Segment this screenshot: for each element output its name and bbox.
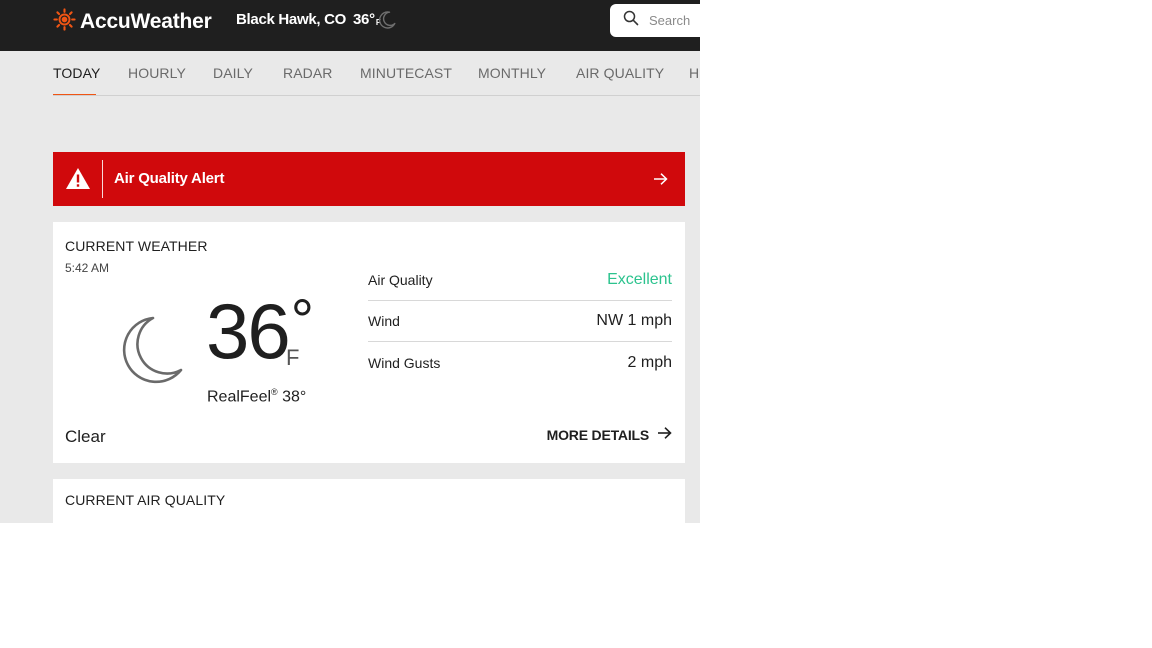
tab-hourly[interactable]: HOURLY — [128, 65, 186, 81]
tab-monthly[interactable]: MONTHLY — [478, 65, 546, 81]
realfeel-value: 38° — [282, 388, 307, 406]
temp-unit: F — [286, 345, 300, 370]
tab-today[interactable]: TODAY — [53, 65, 100, 81]
nav-tabs: TODAY HOURLY DAILY RADAR MINUTECAST MONT… — [53, 51, 700, 96]
search-input[interactable] — [649, 13, 700, 28]
weather-details: Air Quality Excellent Wind NW 1 mph Wind… — [368, 260, 672, 383]
tab-radar[interactable]: RADAR — [283, 65, 333, 81]
current-air-quality-card[interactable]: CURRENT AIR QUALITY — [53, 479, 685, 523]
air-quality-alert-banner[interactable]: Air Quality Alert — [53, 152, 685, 206]
temp-degree: ° — [290, 288, 314, 353]
detail-label: Wind — [368, 313, 400, 329]
alert-label: Air Quality Alert — [114, 170, 225, 187]
search-box[interactable] — [610, 4, 700, 37]
current-weather-card[interactable]: CURRENT WEATHER 5:42 AM 36 ° F RealFeel®… — [53, 222, 685, 463]
detail-value: 2 mph — [627, 353, 672, 371]
active-tab-indicator — [53, 94, 96, 95]
card-title: CURRENT AIR QUALITY — [65, 492, 226, 508]
alert-divider — [102, 160, 103, 198]
clear-night-moon-icon — [115, 314, 185, 391]
detail-row-air-quality: Air Quality Excellent — [368, 260, 672, 301]
tab-air-quality[interactable]: AIR QUALITY — [576, 65, 664, 81]
arrow-right-icon — [653, 172, 668, 191]
tab-health[interactable]: H — [689, 65, 699, 81]
current-temperature: 36 ° F — [206, 287, 314, 375]
detail-value: NW 1 mph — [596, 312, 672, 329]
brand-name: AccuWeather — [80, 10, 212, 33]
location-link[interactable]: Black Hawk, CO 36° F — [236, 11, 381, 28]
more-details-link[interactable]: MORE DETAILS — [547, 426, 672, 443]
location-name: Black Hawk, CO — [236, 11, 347, 28]
sun-logo-icon — [53, 8, 76, 36]
search-icon — [623, 10, 639, 31]
observation-time: 5:42 AM — [65, 261, 110, 275]
top-header: AccuWeather Black Hawk, CO 36° F — [0, 0, 700, 51]
detail-row-wind-gusts: Wind Gusts 2 mph — [368, 342, 672, 383]
arrow-right-icon — [649, 426, 672, 443]
realfeel: RealFeel® 38° — [207, 387, 306, 406]
realfeel-label: RealFeel — [207, 388, 272, 406]
detail-label: Wind Gusts — [368, 354, 441, 371]
temp-value: 36 — [206, 287, 291, 375]
detail-row-wind: Wind NW 1 mph — [368, 301, 672, 342]
detail-value: Excellent — [607, 271, 672, 288]
realfeel-trademark: ® — [271, 387, 278, 397]
more-details-label: MORE DETAILS — [546, 426, 650, 443]
page-viewport: AccuWeather Black Hawk, CO 36° F Search … — [0, 0, 700, 523]
condition-text: Clear — [65, 427, 106, 446]
tab-daily[interactable]: DAILY — [213, 65, 253, 81]
header-temp-value: 36° — [353, 11, 375, 28]
brand-logo[interactable]: AccuWeather — [53, 8, 212, 36]
card-title: CURRENT WEATHER — [65, 238, 208, 254]
detail-label: Air Quality — [368, 272, 433, 288]
moon-icon — [377, 10, 397, 35]
tab-minutecast[interactable]: MINUTECAST — [360, 65, 452, 81]
warning-icon — [65, 167, 91, 195]
